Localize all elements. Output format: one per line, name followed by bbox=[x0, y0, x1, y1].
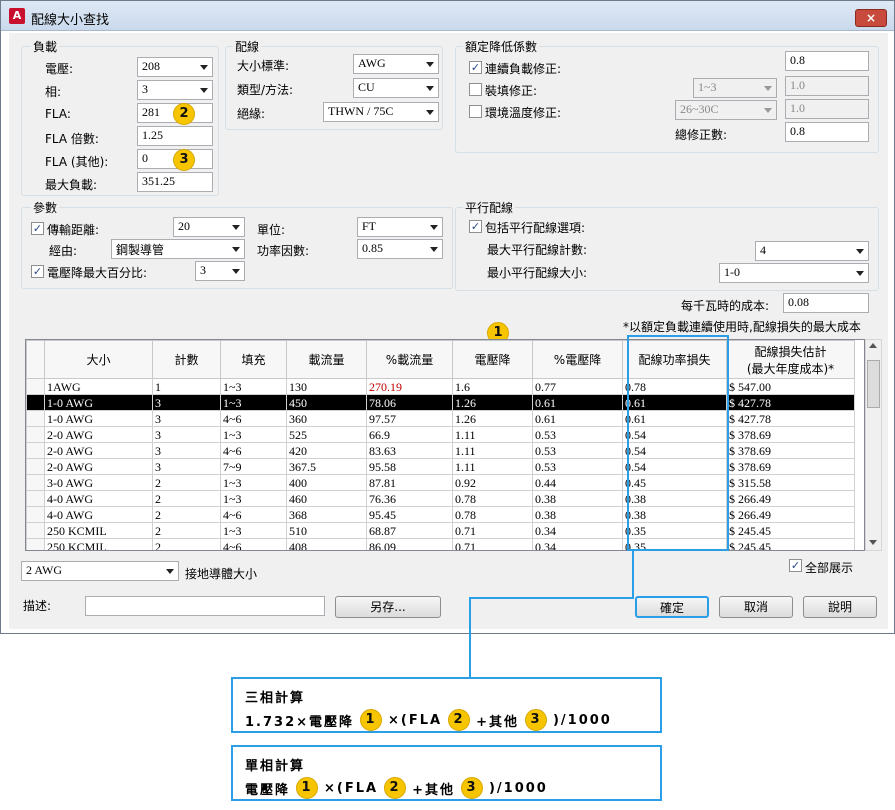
badge-2: 2 bbox=[448, 709, 471, 731]
single-phase-callout: 單相計算 電壓降 1 ×(FLA 2 +其他 3 )/1000 bbox=[231, 745, 662, 801]
formula-text: +其他 bbox=[476, 714, 519, 730]
formula-text: ×(FLA bbox=[388, 712, 443, 728]
formula-text: +其他 bbox=[412, 782, 455, 798]
badge-2: 2 bbox=[384, 777, 407, 799]
formula-text: ×(FLA bbox=[324, 780, 379, 796]
formula-text: )/1000 bbox=[552, 712, 612, 728]
badge-1: 1 bbox=[296, 777, 319, 799]
formula-text: )/1000 bbox=[488, 780, 548, 796]
badge-1: 1 bbox=[360, 709, 383, 731]
formula-text: 1.732×電壓降 bbox=[245, 714, 355, 730]
three-phase-title: 三相計算 bbox=[245, 691, 306, 706]
single-phase-title: 單相計算 bbox=[245, 759, 306, 774]
single-phase-formula: 電壓降 1 ×(FLA 2 +其他 3 )/1000 bbox=[245, 777, 548, 799]
badge-3: 3 bbox=[460, 777, 483, 799]
badge-3: 3 bbox=[524, 709, 547, 731]
connector-line bbox=[469, 550, 634, 678]
formula-text: 電壓降 bbox=[245, 782, 291, 798]
three-phase-formula: 1.732×電壓降 1 ×(FLA 2 +其他 3 )/1000 bbox=[245, 709, 612, 731]
three-phase-callout: 三相計算 1.732×電壓降 1 ×(FLA 2 +其他 3 )/1000 bbox=[231, 677, 662, 733]
